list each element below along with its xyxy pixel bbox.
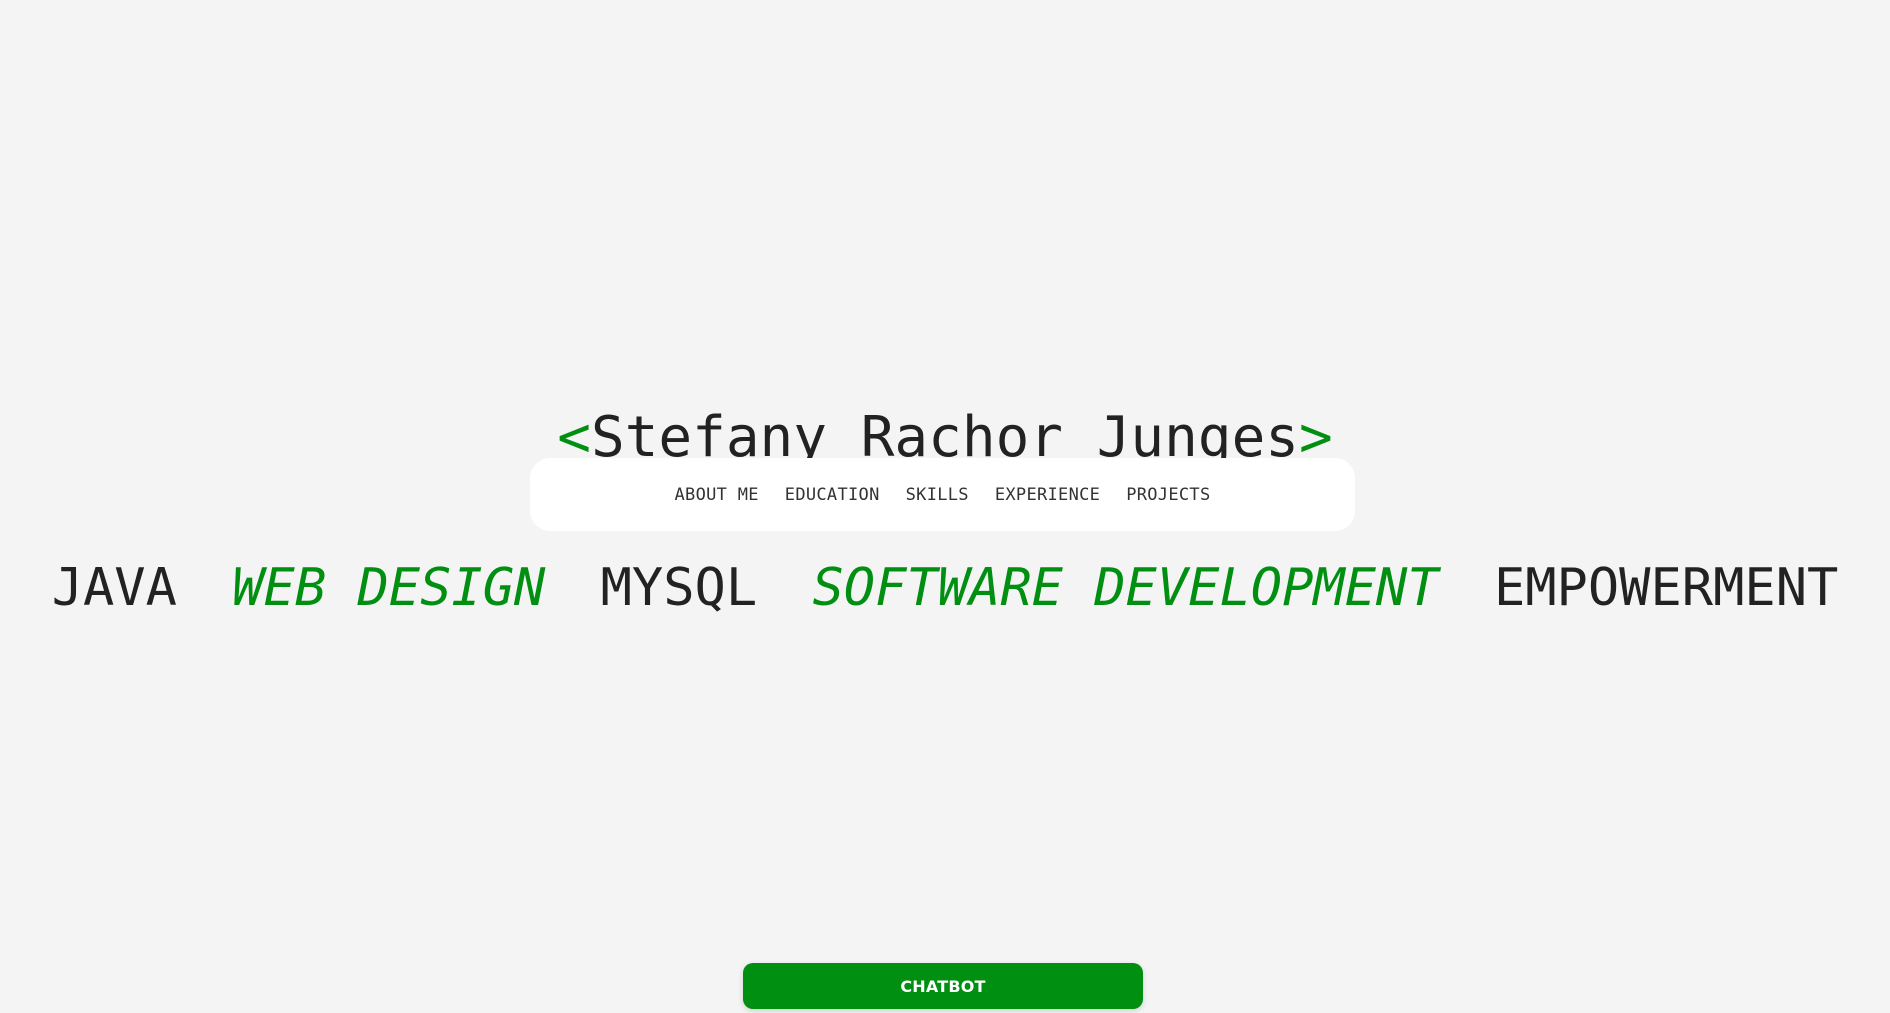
nav-item-skills[interactable]: SKILLS	[903, 481, 972, 509]
nav-item-experience[interactable]: EXPERIENCE	[992, 481, 1103, 509]
skill-empowerment: EMPOWERMENT	[1493, 558, 1839, 618]
skill-mysql: MYSQL	[600, 558, 758, 618]
nav-item-about-me[interactable]: ABOUT ME	[672, 481, 762, 509]
nav-item-projects[interactable]: PROJECTS	[1123, 481, 1213, 509]
nav-item-education[interactable]: EDUCATION	[782, 481, 883, 509]
skill-java: JAVA	[51, 558, 177, 618]
skill-software-development: SOFTWARE DEVELOPMENT	[812, 558, 1439, 618]
skill-web-design: WEB DESIGN	[232, 558, 546, 618]
chatbot-button[interactable]: CHATBOT	[743, 963, 1143, 1009]
skills-banner: JAVA WEB DESIGN MYSQL SOFTWARE DEVELOPME…	[0, 552, 1890, 624]
main-nav: ABOUT ME EDUCATION SKILLS EXPERIENCE PRO…	[530, 458, 1355, 531]
